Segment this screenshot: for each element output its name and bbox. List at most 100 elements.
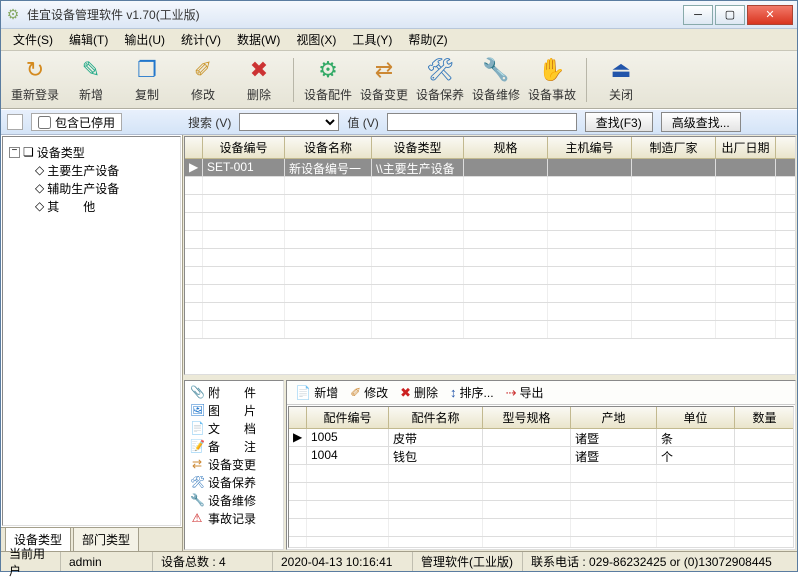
- search-value-input[interactable]: [387, 113, 577, 131]
- detail-tb-2[interactable]: ✖删除: [400, 384, 438, 401]
- maximize-button[interactable]: ▢: [715, 5, 745, 25]
- col-header-0[interactable]: 设备编号: [203, 137, 285, 158]
- parts-col-3[interactable]: 产地: [571, 407, 657, 428]
- detail-nav-item-1[interactable]: 🖼图 片: [187, 401, 281, 419]
- search-prefix-icon: [7, 114, 23, 130]
- parts-row[interactable]: ▶1005皮带诸暨条: [289, 429, 793, 447]
- nav-label: 文 档: [208, 420, 256, 437]
- toolbar-close-button[interactable]: ⏏关闭: [595, 54, 647, 106]
- item-icon: ◇: [35, 163, 44, 177]
- menu-item-0[interactable]: 文件(S): [5, 29, 61, 50]
- col-header-5[interactable]: 制造厂家: [632, 137, 716, 158]
- tree-child-1[interactable]: ◇辅助生产设备: [7, 179, 176, 197]
- menu-item-3[interactable]: 统计(V): [173, 29, 229, 50]
- tree-child-0[interactable]: ◇主要生产设备: [7, 161, 176, 179]
- toolbar-copy-button[interactable]: ❐复制: [121, 54, 173, 106]
- col-header-1[interactable]: 设备名称: [285, 137, 372, 158]
- left-tab-1[interactable]: 部门类型: [73, 527, 139, 551]
- cell: 条: [657, 429, 735, 446]
- detail-nav-item-6[interactable]: 🔧设备维修: [187, 491, 281, 509]
- include-stopped-input[interactable]: [38, 116, 51, 129]
- toolbar-maint-button[interactable]: 🛠设备保养: [414, 54, 466, 106]
- status-user-value: admin: [61, 552, 153, 571]
- add-icon: ✎: [77, 56, 105, 84]
- detail-nav-item-2[interactable]: 📄文 档: [187, 419, 281, 437]
- col-header-3[interactable]: 规格: [464, 137, 548, 158]
- toolbar-delete-button[interactable]: ✖删除: [233, 54, 285, 106]
- detail-tb-3[interactable]: ↕排序...: [450, 384, 494, 401]
- folder-icon: ❏: [23, 145, 34, 159]
- advanced-find-button[interactable]: 高级查找...: [661, 112, 741, 132]
- nav-icon: 📝: [190, 439, 204, 453]
- detail-nav-item-4[interactable]: ⇄设备变更: [187, 455, 281, 473]
- status-bar: 当前用户 admin 设备总数 : 4 2020-04-13 10:16:41 …: [1, 551, 797, 571]
- toolbar-separator: [293, 58, 294, 102]
- detail-nav[interactable]: 📎附 件🖼图 片📄文 档📝备 注⇄设备变更🛠设备保养🔧设备维修⚠事故记录: [184, 380, 284, 550]
- toolbar-accident-button[interactable]: ✋设备事故: [526, 54, 578, 106]
- detail-tb-1[interactable]: ✐修改: [350, 384, 388, 401]
- empty-row: [289, 465, 793, 483]
- menu-item-2[interactable]: 输出(U): [116, 29, 173, 50]
- toolbar-change-button[interactable]: ⇄设备变更: [358, 54, 410, 106]
- category-tree[interactable]: − ❏ 设备类型 ◇主要生产设备◇辅助生产设备◇其 他: [2, 136, 181, 526]
- parts-col-0[interactable]: 配件编号: [307, 407, 389, 428]
- parts-col-4[interactable]: 单位: [657, 407, 735, 428]
- col-header-4[interactable]: 主机编号: [548, 137, 632, 158]
- collapse-icon[interactable]: −: [9, 147, 20, 158]
- menu-item-6[interactable]: 工具(Y): [344, 29, 400, 50]
- parts-col-5[interactable]: 数量: [735, 407, 794, 428]
- close-window-button[interactable]: ✕: [747, 5, 793, 25]
- cell: [483, 447, 571, 464]
- toolbar-parts-button[interactable]: ⚙设备配件: [302, 54, 354, 106]
- toolbar-relogin-button[interactable]: ↻重新登录: [9, 54, 61, 106]
- include-stopped-checkbox[interactable]: 包含已停用: [31, 113, 122, 131]
- item-icon: ◇: [35, 181, 44, 195]
- parts-grid[interactable]: 配件编号配件名称型号规格产地单位数量 ▶1005皮带诸暨条1004钱包诸暨个: [288, 406, 794, 548]
- parts-col-2[interactable]: 型号规格: [483, 407, 571, 428]
- detail-nav-item-3[interactable]: 📝备 注: [187, 437, 281, 455]
- menu-item-1[interactable]: 编辑(T): [61, 29, 116, 50]
- find-button[interactable]: 查找(F3): [585, 112, 653, 132]
- include-stopped-label: 包含已停用: [55, 114, 115, 131]
- menubar: 文件(S)编辑(T)输出(U)统计(V)数据(W)视图(X)工具(Y)帮助(Z): [1, 29, 797, 51]
- table-row[interactable]: ▶SET-001新设备编号一\\主要生产设备: [185, 159, 795, 177]
- parts-row[interactable]: 1004钱包诸暨个: [289, 447, 793, 465]
- tree-child-label: 主要生产设备: [47, 162, 119, 179]
- menu-item-4[interactable]: 数据(W): [229, 29, 288, 50]
- change-icon: ⇄: [370, 56, 398, 84]
- nav-icon: 🔧: [190, 493, 204, 507]
- delete-icon: ✖: [245, 56, 273, 84]
- cell: [483, 429, 571, 446]
- toolbar-edit-label: 修改: [191, 86, 215, 103]
- nav-label: 设备变更: [208, 456, 256, 473]
- detail-tb-4[interactable]: ⇢导出: [506, 384, 544, 401]
- menu-item-5[interactable]: 视图(X): [288, 29, 344, 50]
- row-indicator: ▶: [289, 429, 307, 446]
- equipment-grid[interactable]: 设备编号设备名称设备类型规格主机编号制造厂家出厂日期 ▶SET-001新设备编号…: [184, 136, 796, 375]
- detail-nav-item-7[interactable]: ⚠事故记录: [187, 509, 281, 527]
- toolbar-add-button[interactable]: ✎新增: [65, 54, 117, 106]
- tree-root[interactable]: − ❏ 设备类型: [7, 143, 176, 161]
- detail-nav-item-5[interactable]: 🛠设备保养: [187, 473, 281, 491]
- col-header-2[interactable]: 设备类型: [372, 137, 464, 158]
- parts-col-1[interactable]: 配件名称: [389, 407, 483, 428]
- toolbar-separator: [586, 58, 587, 102]
- detail-nav-item-0[interactable]: 📎附 件: [187, 383, 281, 401]
- detail-tb-0[interactable]: 📄新增: [295, 384, 338, 401]
- tree-child-2[interactable]: ◇其 他: [7, 197, 176, 215]
- empty-row: [185, 249, 795, 267]
- nav-label: 图 片: [208, 402, 256, 419]
- cell: [716, 159, 776, 176]
- minimize-button[interactable]: ─: [683, 5, 713, 25]
- empty-row: [185, 321, 795, 339]
- toolbar-repair-button[interactable]: 🔧设备维修: [470, 54, 522, 106]
- accident-icon: ✋: [538, 56, 566, 84]
- toolbar-edit-button[interactable]: ✐修改: [177, 54, 229, 106]
- toolbar-relogin-label: 重新登录: [11, 86, 59, 103]
- col-header-6[interactable]: 出厂日期: [716, 137, 776, 158]
- search-field-select[interactable]: [239, 113, 339, 131]
- detail-tb-icon: ✖: [400, 385, 411, 401]
- menu-item-7[interactable]: 帮助(Z): [400, 29, 455, 50]
- cell: \\主要生产设备: [372, 159, 464, 176]
- detail-tb-icon: ✐: [350, 385, 361, 401]
